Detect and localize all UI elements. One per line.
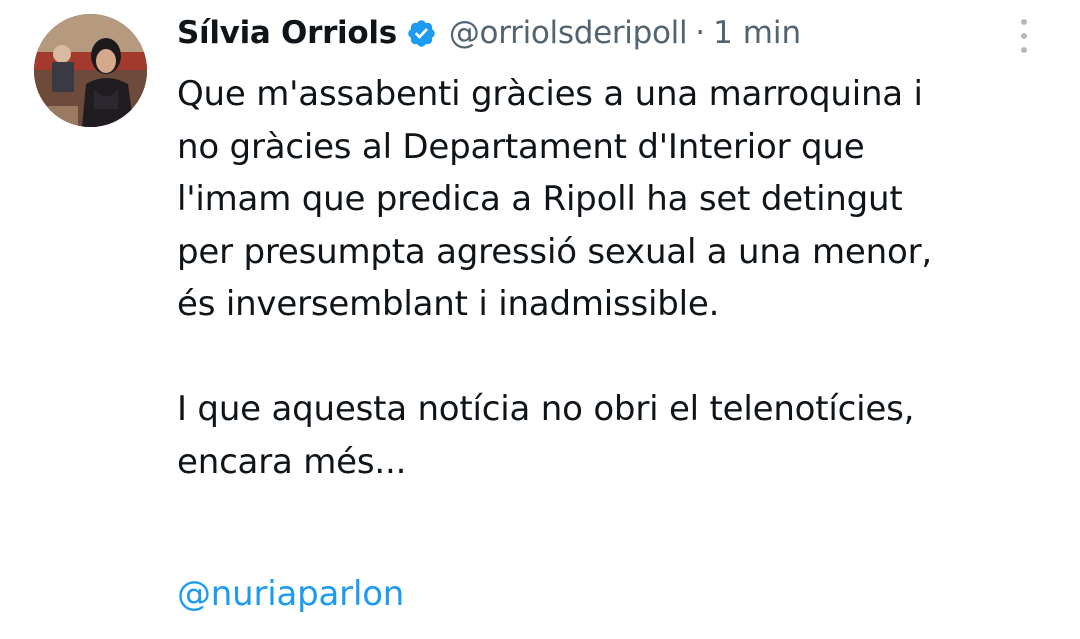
tweet-header: Sílvia Orriols @orriolsderipoll · 1 min bbox=[177, 10, 801, 56]
author-display-name[interactable]: Sílvia Orriols bbox=[177, 15, 397, 51]
tweet-text-line: no gràcies al Departament d'Interior que bbox=[177, 126, 865, 167]
tweet-text-line: Que m'assabenti gràcies a una marroquina… bbox=[177, 74, 923, 114]
more-vertical-icon[interactable] bbox=[1012, 14, 1036, 58]
tweet-text-line: és inversemblant i inadmissible. bbox=[177, 284, 720, 324]
author-handle[interactable]: @orriolsderipoll bbox=[449, 15, 688, 51]
tweet-text: Que m'assabenti gràcies a una marroquina… bbox=[177, 68, 1057, 488]
avatar-photo bbox=[34, 14, 147, 127]
tweet-text-line: per presumpta agressió sexual a una meno… bbox=[177, 231, 932, 272]
header-separator: · bbox=[695, 15, 706, 51]
tweet-text-line: I que aquesta notícia no obri el telenot… bbox=[177, 389, 915, 429]
mention-link[interactable]: @nuriaparlon bbox=[177, 568, 404, 620]
avatar[interactable] bbox=[34, 14, 147, 127]
verified-badge-icon bbox=[406, 18, 437, 49]
paragraph-break bbox=[177, 331, 1057, 384]
tweet-card[interactable]: Sílvia Orriols @orriolsderipoll · 1 min … bbox=[0, 0, 1080, 639]
tweet-text-line: encara més... bbox=[177, 441, 407, 482]
tweet-text-line: l'imam que predica a Ripoll ha set detin… bbox=[177, 179, 903, 219]
tweet-timestamp[interactable]: 1 min bbox=[713, 15, 801, 51]
